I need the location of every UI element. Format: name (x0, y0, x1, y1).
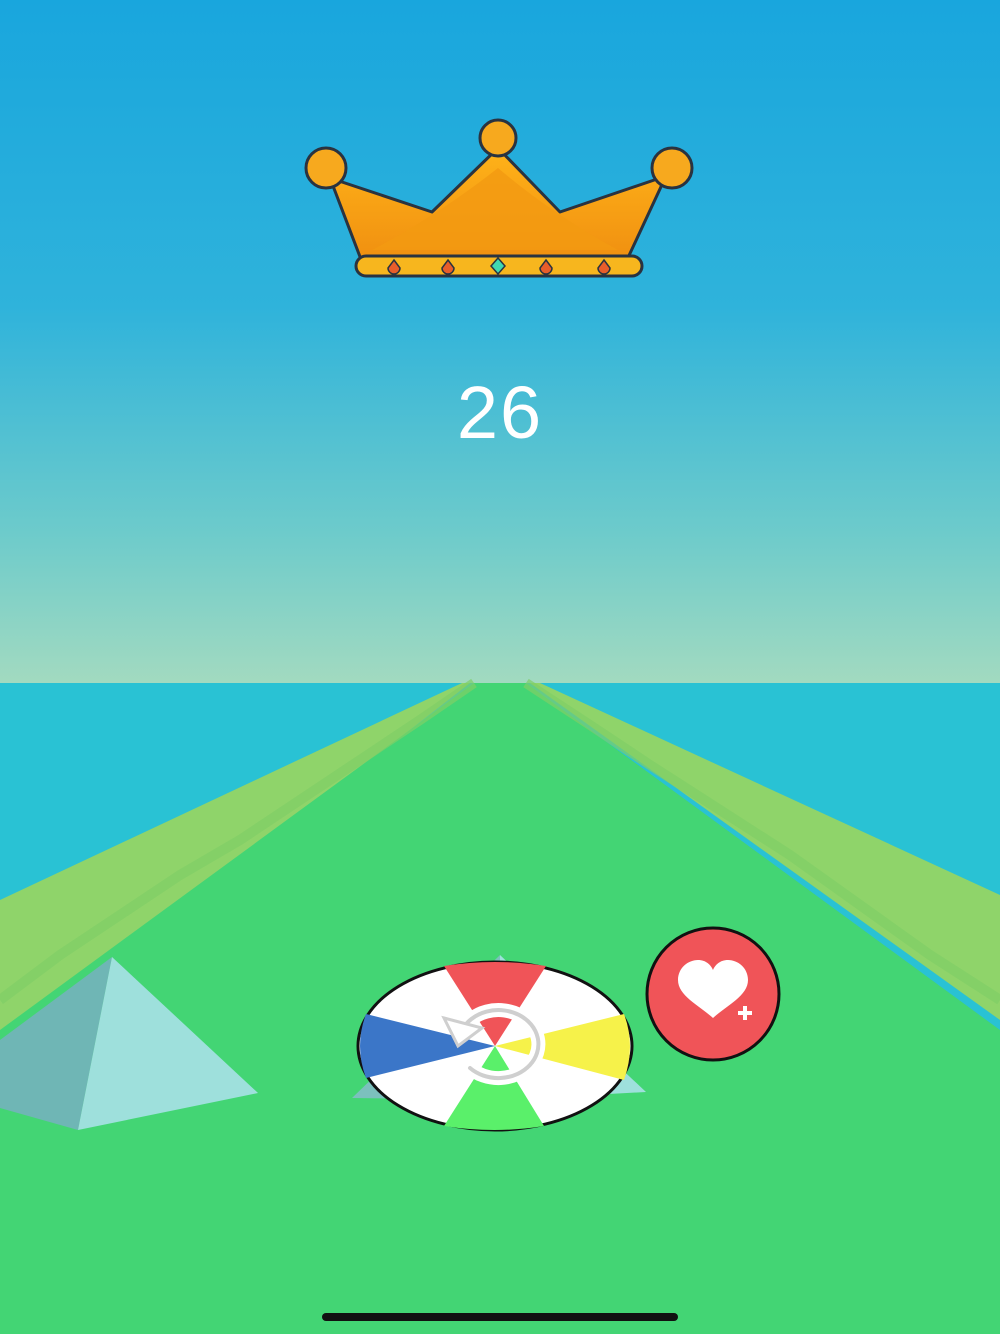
game-screen: 26 (0, 0, 1000, 1334)
score-counter: 26 (456, 371, 544, 454)
color-wheel-button[interactable] (356, 960, 634, 1132)
home-indicator[interactable] (322, 1313, 678, 1321)
extra-life-button[interactable] (645, 926, 781, 1062)
sky (0, 0, 1000, 683)
game-scene (0, 0, 1000, 1334)
